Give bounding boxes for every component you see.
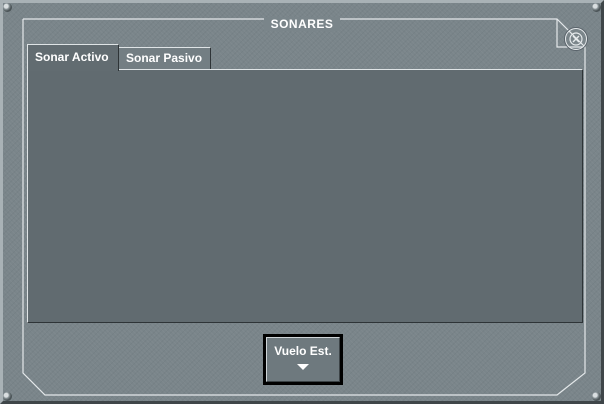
rivet-bottom-right	[592, 392, 601, 401]
tab-sonar-pasivo[interactable]: Sonar Pasivo	[119, 47, 211, 70]
sonar-window: SONARES Sonar Activo Sonar Pasivo Vuelo …	[0, 0, 604, 404]
sonar-display-panel	[27, 69, 583, 323]
rivet-top-left	[3, 3, 12, 12]
flight-mode-label: Vuelo Est.	[274, 344, 332, 358]
close-button[interactable]	[565, 28, 587, 50]
window-title-text: SONARES	[263, 17, 341, 31]
rivet-top-right	[592, 3, 601, 12]
chevron-down-icon	[297, 364, 309, 370]
rivet-bottom-left	[3, 392, 12, 401]
tab-sonar-activo[interactable]: Sonar Activo	[27, 44, 119, 71]
window-title: SONARES	[3, 15, 601, 33]
close-icon	[569, 32, 583, 46]
flight-mode-button[interactable]: Vuelo Est.	[263, 334, 343, 385]
flight-mode-button-face: Vuelo Est.	[266, 337, 340, 382]
